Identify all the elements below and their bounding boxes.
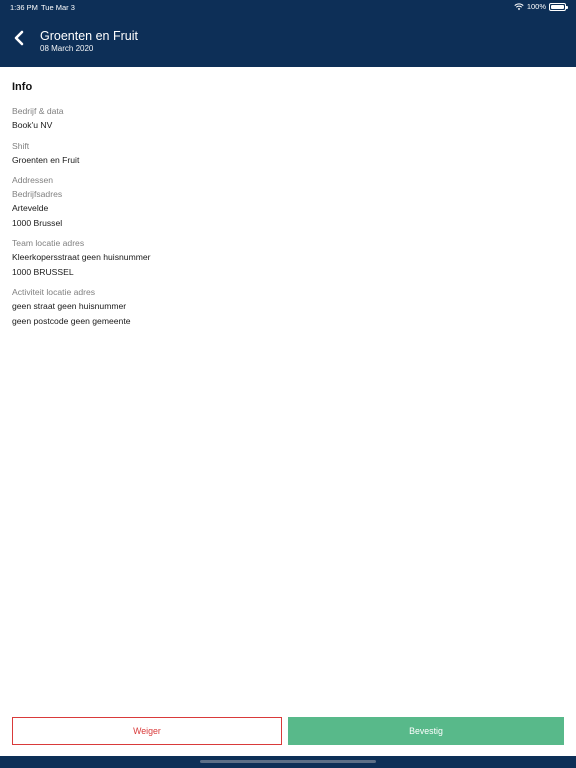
- shift-label: Shift: [12, 140, 30, 151]
- status-date: Tue Mar 3: [41, 3, 75, 12]
- company-value: Book'u NV: [12, 120, 53, 130]
- decline-button[interactable]: Weiger: [12, 717, 282, 745]
- confirm-button[interactable]: Bevestig: [288, 717, 564, 745]
- team-location-group: Team locatie adres Kleerkopersstraat gee…: [12, 236, 564, 279]
- status-indicators: 100%: [514, 2, 568, 11]
- action-footer: Weiger Bevestig: [0, 704, 576, 756]
- home-indicator[interactable]: [200, 760, 376, 763]
- app-header: 1:36 PM Tue Mar 3 100% Groenten en Fruit…: [0, 0, 576, 67]
- chevron-left-icon[interactable]: [12, 30, 26, 46]
- company-address-label: Bedrijfsadres: [12, 189, 63, 199]
- page-subtitle-date: 08 March 2020: [40, 44, 94, 53]
- battery-percentage: 100%: [526, 2, 546, 11]
- shift-value: Groenten en Fruit: [12, 154, 80, 165]
- wifi-icon: [514, 3, 524, 10]
- activity-location-group: Activiteit locatie adres geen straat gee…: [12, 285, 564, 328]
- company-address-line1: Artevelde: [12, 203, 49, 213]
- info-section: Info Bedrijf & data Book'u NV Shift Groe…: [12, 81, 564, 334]
- team-location-line2: 1000 BRUSSEL: [12, 266, 74, 277]
- shift-group: Shift Groenten en Fruit: [12, 139, 564, 168]
- addresses-label: Addressen: [12, 175, 54, 185]
- company-group: Bedrijf & data Book'u NV: [12, 104, 564, 133]
- team-location-label: Team locatie adres: [12, 238, 85, 248]
- company-address-line2: 1000 Brussel: [12, 217, 63, 228]
- page-title: Groenten en Fruit: [40, 29, 138, 43]
- battery-icon: [549, 2, 568, 11]
- addresses-group: Addressen Bedrijfsadres Artevelde 1000 B…: [12, 173, 564, 230]
- activity-location-line1: geen straat geen huisnummer: [12, 301, 127, 311]
- status-time: 1:36 PM: [10, 3, 38, 12]
- activity-location-label: Activiteit locatie adres: [12, 287, 96, 297]
- team-location-line1: Kleerkopersstraat geen huisnummer: [12, 252, 151, 262]
- activity-location-line2: geen postcode geen gemeente: [12, 315, 131, 326]
- company-label: Bedrijf & data: [12, 106, 64, 116]
- bottom-bar: [0, 756, 576, 768]
- section-title: Info: [12, 81, 33, 93]
